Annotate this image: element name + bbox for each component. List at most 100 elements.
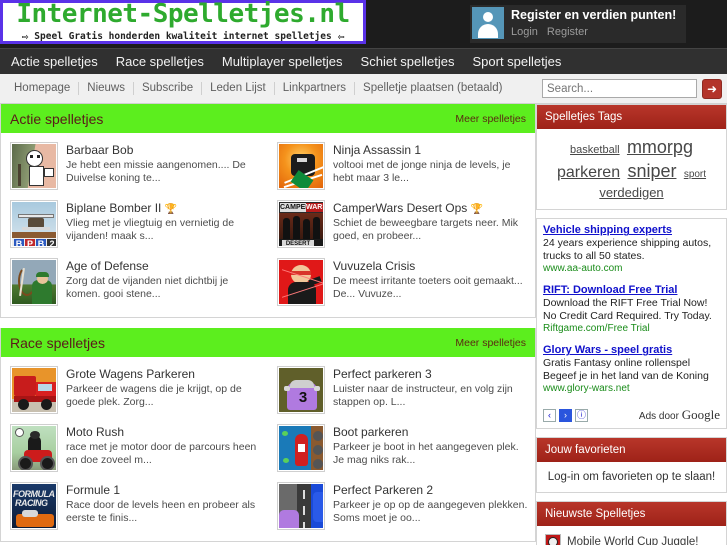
ad-title[interactable]: Vehicle shipping experts bbox=[543, 223, 720, 237]
search-input[interactable] bbox=[542, 79, 697, 98]
game-item[interactable]: CAMPER WARS DESERT OPS Campe bbox=[268, 195, 535, 253]
ad-url: www.aa-auto.com bbox=[543, 263, 623, 275]
section-title: Race spelletjes bbox=[10, 334, 105, 351]
tag-parkeren[interactable]: parkeren bbox=[557, 164, 620, 181]
section-race: Race spelletjes Meer spelletjes Grote Wa… bbox=[0, 328, 536, 542]
site-logo[interactable]: Internet-Spelletjes.nl ⇨ Speel Gratis ho… bbox=[0, 0, 366, 44]
game-title[interactable]: Age of Defense bbox=[66, 259, 262, 273]
trophy-icon: 🏆 bbox=[164, 204, 178, 215]
search-row: ➜ bbox=[536, 74, 727, 104]
game-title-text: Moto Rush bbox=[66, 425, 125, 439]
game-title[interactable]: Barbaar Bob bbox=[66, 143, 262, 157]
game-item[interactable]: Ninja Assassin 1 voltooi met de jonge ni… bbox=[268, 137, 535, 195]
left-column: Homepage Nieuws Subscribe Leden Lijst Li… bbox=[0, 74, 536, 542]
right-sidebar: ➜ Spelletjes Tags basketball mmorpg park… bbox=[536, 74, 727, 545]
search-button[interactable]: ➜ bbox=[702, 78, 722, 99]
register-block: Register en verdien punten! Login Regist… bbox=[470, 5, 687, 43]
games-grid-race: Grote Wagens Parkeren Parkeer de wagens … bbox=[1, 357, 535, 541]
ads-next-button[interactable]: › bbox=[559, 408, 572, 422]
ads-prev-button[interactable]: ‹ bbox=[543, 408, 556, 422]
game-item[interactable]: Age of Defense Zorg dat de vijanden niet… bbox=[1, 253, 268, 311]
nav-item-multiplayer[interactable]: Multiplayer spelletjes bbox=[213, 49, 352, 75]
game-info: Grote Wagens Parkeren Parkeer de wagens … bbox=[66, 366, 262, 409]
game-thumbnail bbox=[10, 366, 58, 414]
subnav-linkpartners[interactable]: Linkpartners bbox=[275, 82, 356, 95]
newest-game-link[interactable]: Mobile World Cup Juggle! bbox=[567, 536, 698, 545]
game-item[interactable]: Grote Wagens Parkeren Parkeer de wagens … bbox=[1, 361, 268, 419]
nav-item-race[interactable]: Race spelletjes bbox=[107, 49, 213, 75]
game-thumbnail bbox=[277, 482, 325, 530]
ad-item[interactable]: Vehicle shipping experts 24 years experi… bbox=[543, 223, 720, 274]
game-title-text: Barbaar Bob bbox=[66, 143, 134, 157]
game-title-text: Biplane Bomber II bbox=[66, 201, 162, 215]
ads-info-icon[interactable]: ⓘ bbox=[575, 408, 588, 422]
tags-box-header: Spelletjes Tags bbox=[537, 105, 726, 129]
subnav-homepage[interactable]: Homepage bbox=[6, 82, 80, 95]
game-description: Parkeer de wagens die je krijgt, op de g… bbox=[66, 383, 242, 408]
game-item[interactable]: Boot parkeren Parkeer je boot in het aan… bbox=[268, 419, 535, 477]
game-item[interactable]: FORMULA RACING Formule 1 Race door de le… bbox=[1, 477, 268, 535]
game-title[interactable]: Grote Wagens Parkeren bbox=[66, 367, 262, 381]
game-item[interactable]: Vuvuzela Crisis De meest irritante toete… bbox=[268, 253, 535, 311]
subnav-spelletje-plaatsen[interactable]: Spelletje plaatsen (betaald) bbox=[355, 82, 510, 95]
game-item[interactable]: Perfect Parkeren 2 Parkeer je op op de a… bbox=[268, 477, 535, 535]
game-item[interactable]: Moto Rush race met je motor door de parc… bbox=[1, 419, 268, 477]
tag-verdedigen[interactable]: verdedigen bbox=[599, 185, 663, 200]
nav-item-schiet[interactable]: Schiet spelletjes bbox=[352, 49, 464, 75]
game-description: voltooi met de jonge ninja de levels, je… bbox=[333, 159, 511, 184]
game-info: Moto Rush race met je motor door de parc… bbox=[66, 424, 262, 467]
secondary-navigation: Homepage Nieuws Subscribe Leden Lijst Li… bbox=[0, 74, 536, 104]
game-title[interactable]: CamperWars Desert Ops 🏆 bbox=[333, 201, 529, 215]
tag-sport[interactable]: sport bbox=[684, 169, 706, 180]
game-thumbnail bbox=[10, 258, 58, 306]
nav-item-sport[interactable]: Sport spelletjes bbox=[464, 49, 571, 75]
ad-title[interactable]: RIFT: Download Free Trial bbox=[543, 283, 720, 297]
game-info: Formule 1 Race door de levels heen en pr… bbox=[66, 482, 262, 525]
game-item[interactable]: Barbaar Bob Je hebt een missie aangenome… bbox=[1, 137, 268, 195]
game-title[interactable]: Formule 1 bbox=[66, 483, 262, 497]
game-title[interactable]: Ninja Assassin 1 bbox=[333, 143, 529, 157]
game-item[interactable]: 3 Perfect parkeren 3 Luister naar de ins… bbox=[268, 361, 535, 419]
favorites-box-header: Jouw favorieten bbox=[537, 438, 726, 463]
section-header-actie: Actie spelletjes Meer spelletjes bbox=[1, 104, 535, 133]
tag-basketball[interactable]: basketball bbox=[570, 144, 620, 156]
subnav-leden-lijst[interactable]: Leden Lijst bbox=[202, 82, 275, 95]
login-link[interactable]: Login bbox=[511, 26, 538, 38]
nav-item-actie[interactable]: Actie spelletjes bbox=[2, 49, 107, 75]
tag-mmorpg[interactable]: mmorpg bbox=[627, 137, 693, 157]
game-title[interactable]: Perfect parkeren 3 bbox=[333, 367, 529, 381]
game-title-text: Perfect Parkeren 2 bbox=[333, 483, 434, 497]
arrow-right-icon: ⇨ bbox=[21, 30, 29, 43]
logo-text: Internet-Spelletjes.nl bbox=[16, 0, 350, 29]
subnav-nieuws[interactable]: Nieuws bbox=[79, 82, 134, 95]
game-title[interactable]: Vuvuzela Crisis bbox=[333, 259, 529, 273]
favorites-message: Log-in om favorieten op te slaan! bbox=[547, 471, 716, 484]
ads-pagination: ‹ › ⓘ bbox=[543, 408, 588, 422]
tags-box: Spelletjes Tags basketball mmorpg parker… bbox=[536, 104, 727, 211]
section-actie: Actie spelletjes Meer spelletjes Barbaar… bbox=[0, 104, 536, 318]
list-item[interactable]: Mobile World Cup Juggle! bbox=[537, 530, 726, 545]
ads-attribution: Ads door Google bbox=[639, 407, 720, 423]
game-item[interactable]: B P B 2 Biplane Bomber II 🏆 Vlieg met je… bbox=[1, 195, 268, 253]
ad-item[interactable]: Glory Wars - speel gratis Gratis Fantasy… bbox=[543, 343, 720, 394]
ad-description: Download the RIFT Free Trial Now! No Cre… bbox=[543, 297, 712, 323]
game-title-text: CamperWars Desert Ops bbox=[333, 201, 468, 215]
page-root: Internet-Spelletjes.nl ⇨ Speel Gratis ho… bbox=[0, 0, 727, 545]
trophy-icon: 🏆 bbox=[470, 204, 484, 215]
game-title[interactable]: Boot parkeren bbox=[333, 425, 529, 439]
game-title-text: Formule 1 bbox=[66, 483, 121, 497]
newest-games-box: Nieuwste Spelletjes Mobile World Cup Jug… bbox=[536, 501, 727, 545]
more-games-link[interactable]: Meer spelletjes bbox=[455, 113, 526, 125]
subnav-subscribe[interactable]: Subscribe bbox=[134, 82, 203, 95]
ad-item[interactable]: RIFT: Download Free Trial Download the R… bbox=[543, 283, 720, 334]
tag-sniper[interactable]: sniper bbox=[627, 161, 676, 181]
content-wrapper: Homepage Nieuws Subscribe Leden Lijst Li… bbox=[0, 74, 727, 545]
game-title[interactable]: Moto Rush bbox=[66, 425, 262, 439]
register-link[interactable]: Register bbox=[547, 26, 588, 38]
game-title[interactable]: Biplane Bomber II 🏆 bbox=[66, 201, 262, 215]
game-thumbnail bbox=[10, 142, 58, 190]
section-header-race: Race spelletjes Meer spelletjes bbox=[1, 328, 535, 357]
game-title[interactable]: Perfect Parkeren 2 bbox=[333, 483, 529, 497]
more-games-link[interactable]: Meer spelletjes bbox=[455, 337, 526, 349]
ad-title[interactable]: Glory Wars - speel gratis bbox=[543, 343, 720, 357]
